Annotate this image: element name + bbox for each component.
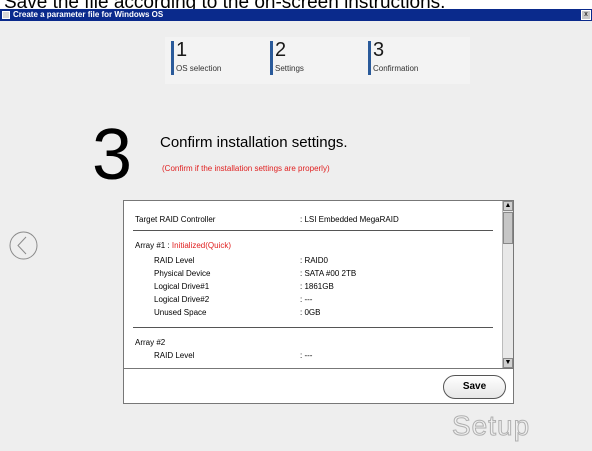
save-button[interactable]: Save [443, 375, 506, 399]
array1-title: Array #1 : [135, 241, 172, 250]
setting-value: : --- [300, 295, 313, 304]
setting-value: : 0GB [300, 308, 321, 317]
setting-label: RAID Level [154, 256, 195, 265]
title-bar: Create a parameter file for Windows OS x [0, 9, 592, 21]
page-title: Confirm installation settings. [160, 134, 348, 151]
app-window: Create a parameter file for Windows OS x… [0, 9, 592, 451]
step-label: Confirmation [373, 64, 419, 73]
app-icon [2, 11, 10, 19]
close-button[interactable]: x [581, 10, 591, 20]
setting-value: : 1861GB [300, 282, 334, 291]
step-marker [368, 41, 371, 75]
step-indicator: 1 OS selection 2 Settings 3 Confirmation [165, 37, 470, 84]
step-number: 2 [275, 39, 287, 61]
setting-label: Logical Drive#2 [154, 295, 210, 304]
array1-header: Array #1 : Initialized(Quick) [135, 241, 231, 251]
setting-value: : RAID0 [300, 256, 329, 265]
setup-watermark: Setup [451, 410, 531, 441]
vertical-scrollbar[interactable]: ▲ ▼ [502, 201, 513, 368]
controller-label: Target RAID Controller [135, 215, 216, 224]
step-number: 1 [176, 39, 188, 61]
array2-header: Array #2 [135, 338, 165, 348]
step-label: OS selection [176, 64, 222, 73]
back-button[interactable] [9, 231, 38, 260]
divider [133, 230, 493, 231]
setting-label: Logical Drive#1 [154, 282, 210, 291]
page-subtitle: (Confirm if the installation settings ar… [162, 164, 330, 173]
window-title: Create a parameter file for Windows OS [13, 10, 164, 19]
step-number: 3 [373, 39, 385, 61]
step-label: Settings [275, 64, 304, 73]
controller-value: : LSI Embedded MegaRAID [300, 215, 399, 224]
scroll-thumb[interactable] [503, 212, 513, 244]
step-marker [270, 41, 273, 75]
step-marker [171, 41, 174, 75]
setting-label: Physical Device [154, 269, 211, 278]
chevron-left-circle-icon [9, 231, 38, 260]
setting-value: : --- [300, 351, 313, 360]
array2-title: Array #2 [135, 338, 166, 347]
settings-summary-panel: Target RAID Controller : LSI Embedded Me… [123, 200, 514, 404]
setting-label: RAID Level [154, 351, 195, 360]
panel-footer: Save [124, 368, 513, 403]
scroll-down-button[interactable]: ▼ [503, 358, 513, 368]
setting-value: : SATA #00 2TB [300, 269, 357, 278]
current-step-number: 3 [92, 115, 133, 195]
divider [133, 327, 493, 328]
settings-list: Target RAID Controller : LSI Embedded Me… [124, 201, 502, 368]
array1-status: Initialized(Quick) [171, 241, 232, 250]
setting-label: Unused Space [154, 308, 207, 317]
scroll-up-button[interactable]: ▲ [503, 201, 513, 211]
